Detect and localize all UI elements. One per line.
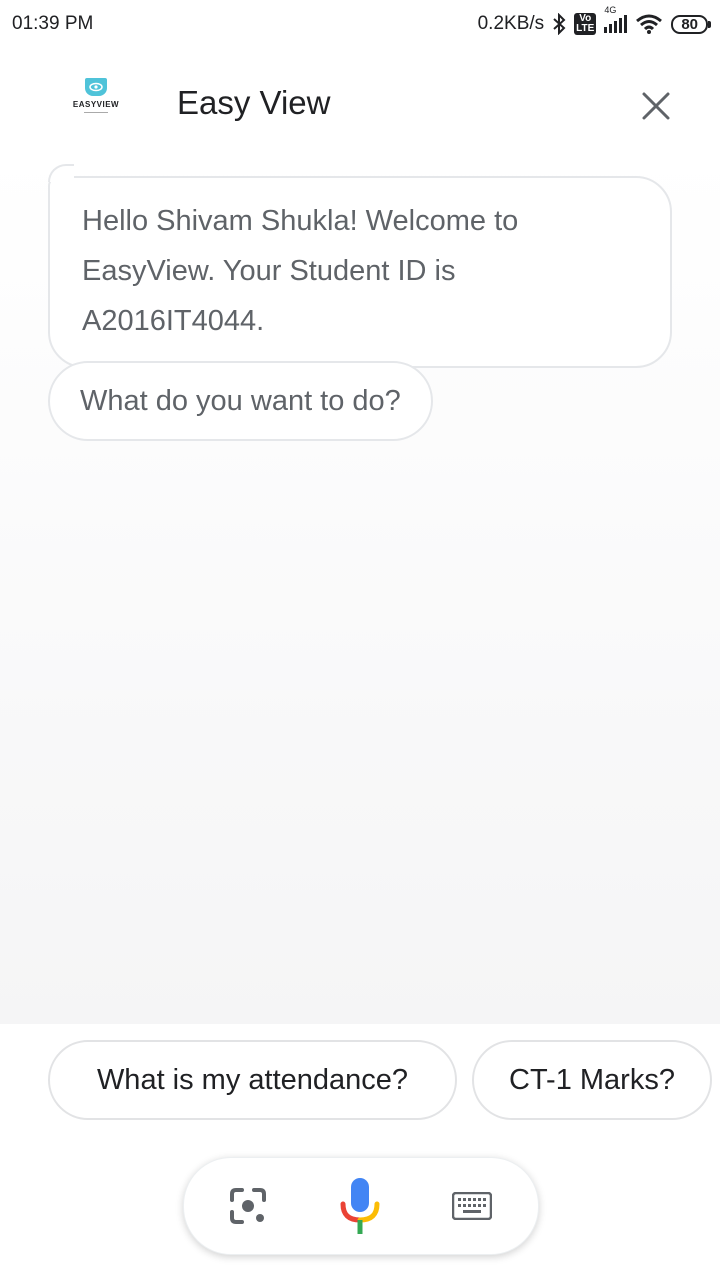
status-bar: 01:39 PM 0.2KB/s Vo LTE 4G 80 <box>0 0 720 48</box>
mic-icon[interactable] <box>338 1176 382 1236</box>
signal-icon: 4G <box>604 5 628 33</box>
volte-badge: Vo LTE <box>574 13 597 35</box>
assistant-header: EASYVIEW Easy View <box>0 60 720 150</box>
suggestion-chip-attendance[interactable]: What is my attendance? <box>48 1040 457 1120</box>
close-icon[interactable] <box>636 86 676 126</box>
wifi-icon <box>636 14 663 34</box>
network-speed: 0.2KB/s <box>477 13 545 34</box>
eye-icon <box>85 78 107 96</box>
easyview-logo: EASYVIEW <box>66 78 126 128</box>
status-time: 01:39 PM <box>12 13 94 34</box>
battery-level: 80 <box>681 15 698 33</box>
assistant-input-bar <box>183 1157 539 1255</box>
app-title: Easy View <box>177 84 331 121</box>
prompt-message: What do you want to do? <box>48 361 433 441</box>
network-type: 4G <box>604 5 617 15</box>
lens-icon[interactable] <box>228 1186 268 1226</box>
status-icons: 0.2KB/s Vo LTE 4G 80 <box>477 5 711 35</box>
battery-icon: 80 <box>671 14 711 34</box>
chat-area: Hello Shivam Shukla! Welcome to EasyView… <box>0 150 720 1024</box>
welcome-message: Hello Shivam Shukla! Welcome to EasyView… <box>48 164 672 368</box>
keyboard-icon[interactable] <box>452 1192 492 1220</box>
bluetooth-icon <box>553 13 566 35</box>
suggestion-chip-ct1-marks[interactable]: CT-1 Marks? <box>472 1040 712 1120</box>
logo-text: EASYVIEW <box>72 100 120 109</box>
